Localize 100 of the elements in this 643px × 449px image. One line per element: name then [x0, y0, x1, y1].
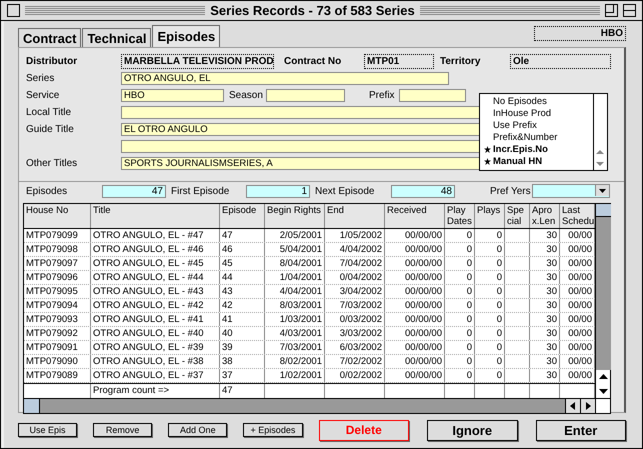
table-cell: 6/03/2002 — [325, 341, 385, 354]
table-cell: 1/04/2001 — [265, 271, 325, 284]
table-cell: 0 — [445, 257, 475, 270]
contract-field: MTP01 — [364, 54, 434, 68]
tab[interactable]: Contract — [18, 28, 82, 47]
table-cell: 3/03/2002 — [325, 327, 385, 340]
table-cell: 0 — [445, 229, 475, 242]
column-header[interactable]: House No — [24, 204, 91, 228]
table-cell: MTP079093 — [24, 313, 91, 326]
local-title-label: Local Title — [26, 107, 72, 118]
column-header[interactable]: Apro x.Len — [530, 204, 560, 228]
guide-title-field[interactable] — [121, 140, 482, 153]
table-cell: 30 — [530, 341, 560, 354]
table-cell: 8/02/2001 — [265, 355, 325, 368]
table-cell: MTP079092 — [24, 327, 91, 340]
table-cell: 30 — [530, 355, 560, 368]
action-button[interactable]: Use Epis — [18, 423, 78, 437]
table-cell: 0 — [445, 285, 475, 298]
option-item[interactable]: Prefix&Number — [493, 132, 558, 142]
prefix-label: Prefix — [368, 90, 396, 101]
table-cell: 8/04/2001 — [265, 257, 325, 270]
option-item[interactable]: Incr.Epis.No — [493, 144, 548, 154]
option-item[interactable]: No Episodes — [493, 96, 547, 106]
pref-yers-dropdown[interactable] — [532, 184, 610, 198]
table-cell: 00/00 — [560, 369, 595, 382]
table-cell: 30 — [530, 369, 560, 382]
table-cell: 00/00 — [560, 257, 595, 270]
series-field[interactable]: OTRO ANGULO, EL — [121, 72, 449, 85]
column-header[interactable]: Play Dates — [445, 204, 475, 228]
vertical-scrollbar[interactable] — [595, 204, 611, 398]
tab[interactable]: Technical — [82, 28, 152, 47]
close-box-icon[interactable] — [7, 4, 20, 17]
prefix-field[interactable] — [399, 89, 466, 102]
column-header[interactable]: Title — [91, 204, 220, 228]
horizontal-scrollbar[interactable] — [23, 399, 611, 414]
table-cell: 0 — [475, 341, 505, 354]
size-box[interactable] — [595, 399, 610, 413]
table-cell: 0 — [445, 369, 475, 382]
table-cell: 0 — [445, 355, 475, 368]
table-cell: 30 — [530, 327, 560, 340]
table-cell: MTP079095 — [24, 285, 91, 298]
column-header[interactable]: Received — [385, 204, 445, 228]
scroll-right-icon[interactable] — [580, 399, 595, 413]
episodes-field[interactable]: 47 — [102, 184, 166, 198]
table-cell: 0 — [475, 355, 505, 368]
first-episode-field[interactable]: 1 — [246, 184, 310, 198]
table-cell: OTRO ANGULO, EL - #40 — [91, 327, 220, 340]
action-button[interactable]: Add One — [168, 423, 228, 437]
table-cell: 0 — [445, 327, 475, 340]
table-cell: 37 — [220, 369, 265, 382]
distributor-field: MARBELLA TELEVISION PROD — [121, 54, 274, 68]
action-button[interactable]: Enter — [536, 420, 626, 440]
scroll-thumb[interactable] — [24, 399, 40, 413]
series-label: Series — [26, 73, 56, 84]
table-cell: OTRO ANGULO, EL - #37 — [91, 369, 220, 382]
action-button[interactable]: + Episodes — [243, 423, 302, 437]
table-cell: 7/03/2002 — [325, 299, 385, 312]
option-item[interactable]: InHouse Prod — [493, 108, 552, 118]
table-cell: OTRO ANGULO, EL - #43 — [91, 285, 220, 298]
table-cell: 00/00 — [560, 243, 595, 256]
zoom-box-icon[interactable] — [623, 4, 636, 17]
table-cell: MTP079094 — [24, 299, 91, 312]
table-cell: MTP079089 — [24, 369, 91, 382]
service-field[interactable]: HBO — [121, 89, 224, 102]
collapse-box-icon[interactable] — [605, 4, 618, 17]
guide-title-label: Guide Title — [26, 124, 75, 135]
table-cell: 00/00 — [560, 229, 595, 242]
column-header[interactable]: Begin Rights — [265, 204, 325, 228]
guide-title-field[interactable]: EL OTRO ANGULO — [121, 123, 482, 136]
other-titles-field[interactable]: SPORTS JOURNALISMSERIES, A — [121, 157, 482, 170]
table-cell: OTRO ANGULO, EL - #42 — [91, 299, 220, 312]
option-item[interactable]: Use Prefix — [493, 120, 537, 130]
table-cell: OTRO ANGULO, EL - #47 — [91, 229, 220, 242]
table-cell: 0 — [475, 313, 505, 326]
column-header[interactable]: Last Schedu — [560, 204, 595, 228]
table-cell: 30 — [530, 313, 560, 326]
table-cell: 3/04/2002 — [325, 285, 385, 298]
action-button[interactable]: Ignore — [427, 420, 518, 440]
column-header[interactable]: Spe cial — [505, 204, 530, 228]
table-cell: 46 — [220, 243, 265, 256]
scroll-left-icon[interactable] — [565, 399, 580, 413]
local-title-field[interactable] — [121, 106, 482, 119]
action-button[interactable]: Remove — [93, 423, 152, 437]
next-episode-field[interactable]: 48 — [391, 184, 455, 198]
table-cell: 0 — [475, 285, 505, 298]
column-header[interactable]: Episode — [220, 204, 265, 228]
table-cell: 1/05/2002 — [325, 229, 385, 242]
table-cell: 00/00/00 — [385, 355, 445, 368]
table-cell: 00/00/00 — [385, 229, 445, 242]
tab[interactable]: Episodes — [152, 25, 220, 47]
table-cell: 1/02/2001 — [265, 369, 325, 382]
table-cell: 0/04/2002 — [325, 271, 385, 284]
season-field[interactable] — [266, 89, 345, 102]
option-item[interactable]: Manual HN — [493, 156, 542, 166]
window-title: Series Records - 73 of 583 Series — [210, 3, 415, 18]
column-header[interactable]: End — [325, 204, 385, 228]
options-list[interactable]: No Episodes InHouse Prod Use Prefix Prefix&Number Incr.Epis.No Manual HN — [479, 93, 608, 171]
table-cell: 40 — [220, 327, 265, 340]
scroll-thumb[interactable] — [596, 204, 611, 217]
column-header[interactable]: Plays — [475, 204, 505, 228]
